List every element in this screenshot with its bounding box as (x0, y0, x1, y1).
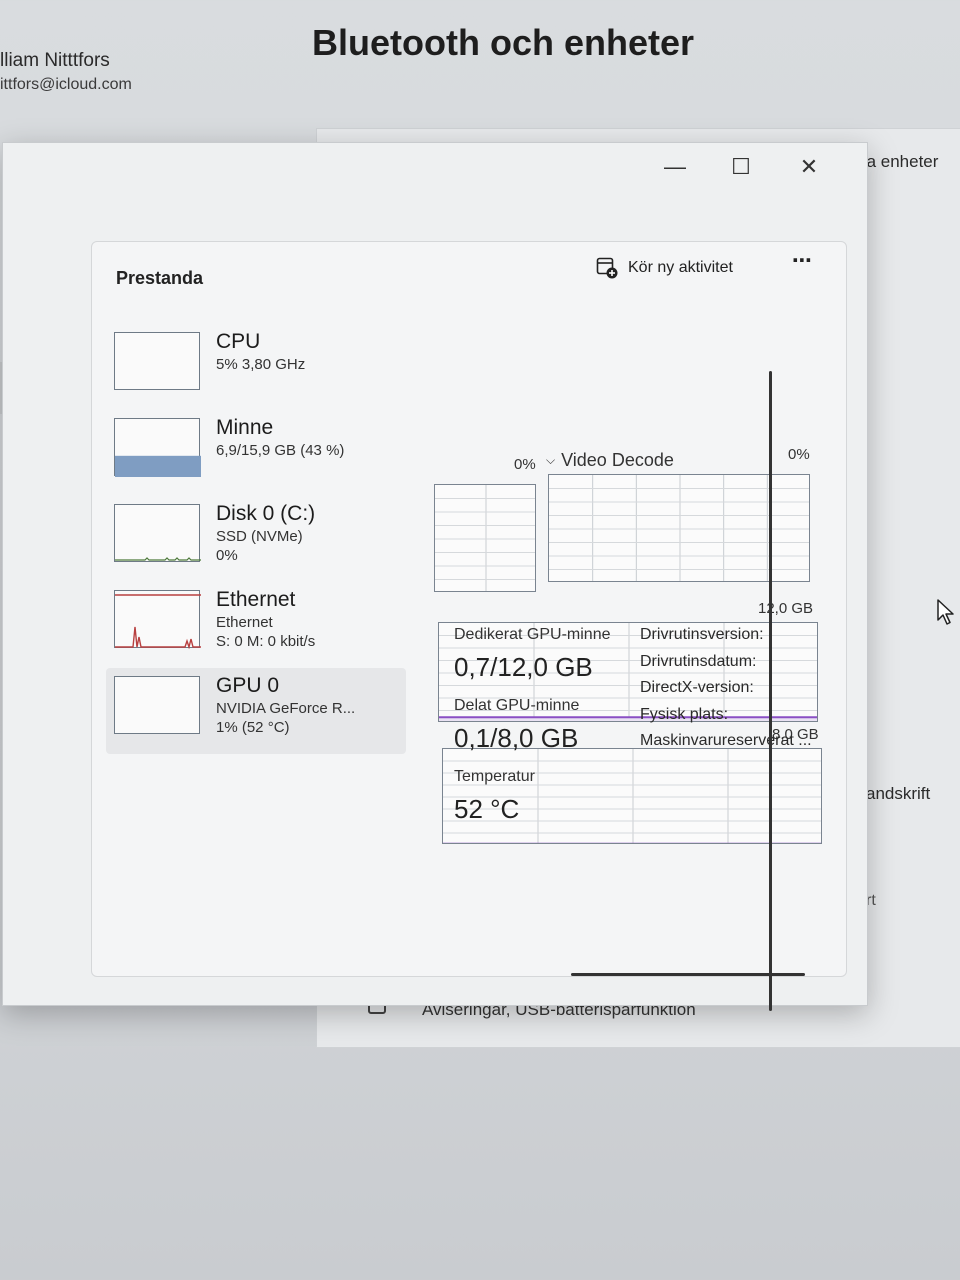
mouse-cursor-icon (937, 599, 954, 625)
perf-item-detail: 6,9/15,9 GB (43 %) (216, 442, 345, 459)
perf-item-name: Disk 0 (C:) (216, 502, 316, 525)
perf-item-detail: Ethernet (216, 614, 273, 631)
new-task-icon (596, 257, 618, 279)
chevron-down-icon: ⌵ (546, 453, 556, 467)
performance-page: Prestanda Kör ny aktivitet ⋯ CPU 5% 3,80… (91, 241, 847, 977)
close-button[interactable]: ✕ (789, 149, 829, 185)
perf-item-name: Ethernet (216, 588, 296, 611)
horizontal-scrollbar[interactable] (571, 973, 805, 976)
performance-list: CPU 5% 3,80 GHz Minne 6,9/15,9 GB (43 %) (106, 324, 406, 754)
user-name: lliam Nitttfors (0, 50, 110, 71)
section-title: Prestanda (116, 268, 204, 288)
temperature-label: Temperatur (454, 768, 535, 785)
perf-item-name: CPU (216, 330, 261, 353)
user-account-info: lliam Nitttfors ittfors@icloud.com (0, 50, 132, 94)
handwriting-setting[interactable]: andskrift (866, 784, 930, 804)
page-title: Bluetooth och enheter (312, 22, 695, 63)
task-manager-window: — ☐ ✕ Prestanda Kör ny aktivitet ⋯ CPU 5… (2, 142, 868, 1011)
perf-item-detail: 5% 3,80 GHz (216, 356, 306, 373)
physical-location-label: Fysisk plats: (640, 705, 729, 723)
perf-item-cpu[interactable]: CPU 5% 3,80 GHz (106, 324, 406, 410)
run-new-task-label: Kör ny aktivitet (628, 259, 733, 276)
vertical-scrollbar[interactable] (769, 371, 772, 1011)
run-new-task-button[interactable]: Kör ny aktivitet (596, 250, 733, 286)
page-header: Prestanda Kör ny aktivitet ⋯ (92, 242, 846, 304)
memory-usage-fill (115, 455, 201, 477)
perf-item-detail-2: S: 0 M: 0 kbit/s (216, 633, 316, 650)
engine-graph-small (434, 484, 536, 592)
ethernet-thumbnail (114, 590, 201, 649)
engine-label: Video Decode (561, 450, 674, 470)
perf-item-memory[interactable]: Minne 6,9/15,9 GB (43 %) (106, 410, 406, 496)
maximize-button[interactable]: ☐ (721, 149, 761, 185)
perf-item-name: GPU 0 (216, 674, 280, 697)
perf-item-detail-2: 0% (216, 547, 238, 564)
perf-item-detail-2: 1% (52 °C) (216, 719, 290, 736)
disk-thumbnail (114, 504, 201, 562)
engine-right-percent: 0% (788, 446, 810, 463)
perf-item-detail: SSD (NVMe) (216, 528, 303, 545)
perf-item-detail: NVIDIA GeForce R... (216, 700, 356, 717)
gpu-properties: Drivrutinsversion: Drivrutinsdatum: Dire… (640, 626, 812, 759)
perf-item-ethernet[interactable]: Ethernet Ethernet S: 0 M: 0 kbit/s (106, 582, 406, 668)
dedicated-memory-max-label: 12,0 GB (758, 600, 814, 617)
engine-selector[interactable]: ⌵ Video Decode (546, 450, 674, 471)
driver-version-label: Drivrutinsversion: (640, 626, 764, 643)
title-bar[interactable]: — ☐ ✕ (3, 143, 867, 191)
memory-thumbnail (114, 418, 201, 477)
gpu-thumbnail (114, 676, 200, 734)
perf-item-disk[interactable]: Disk 0 (C:) SSD (NVMe) 0% (106, 496, 406, 582)
user-email: ittfors@icloud.com (0, 76, 132, 93)
more-options-button[interactable]: ⋯ (792, 248, 813, 273)
engine-left-percent: 0% (514, 456, 536, 473)
cpu-thumbnail (114, 332, 200, 390)
driver-date-label: Drivrutinsdatum: (640, 652, 757, 670)
perf-item-gpu[interactable]: GPU 0 NVIDIA GeForce R... 1% (52 °C) (106, 668, 406, 754)
hardware-reserved-label: Maskinvarureserverat ... (640, 732, 812, 749)
perf-item-name: Minne (216, 416, 274, 439)
directx-version-label: DirectX-version: (640, 679, 754, 696)
minimize-button[interactable]: — (655, 149, 695, 185)
temperature-value: 52 °C (454, 794, 520, 824)
